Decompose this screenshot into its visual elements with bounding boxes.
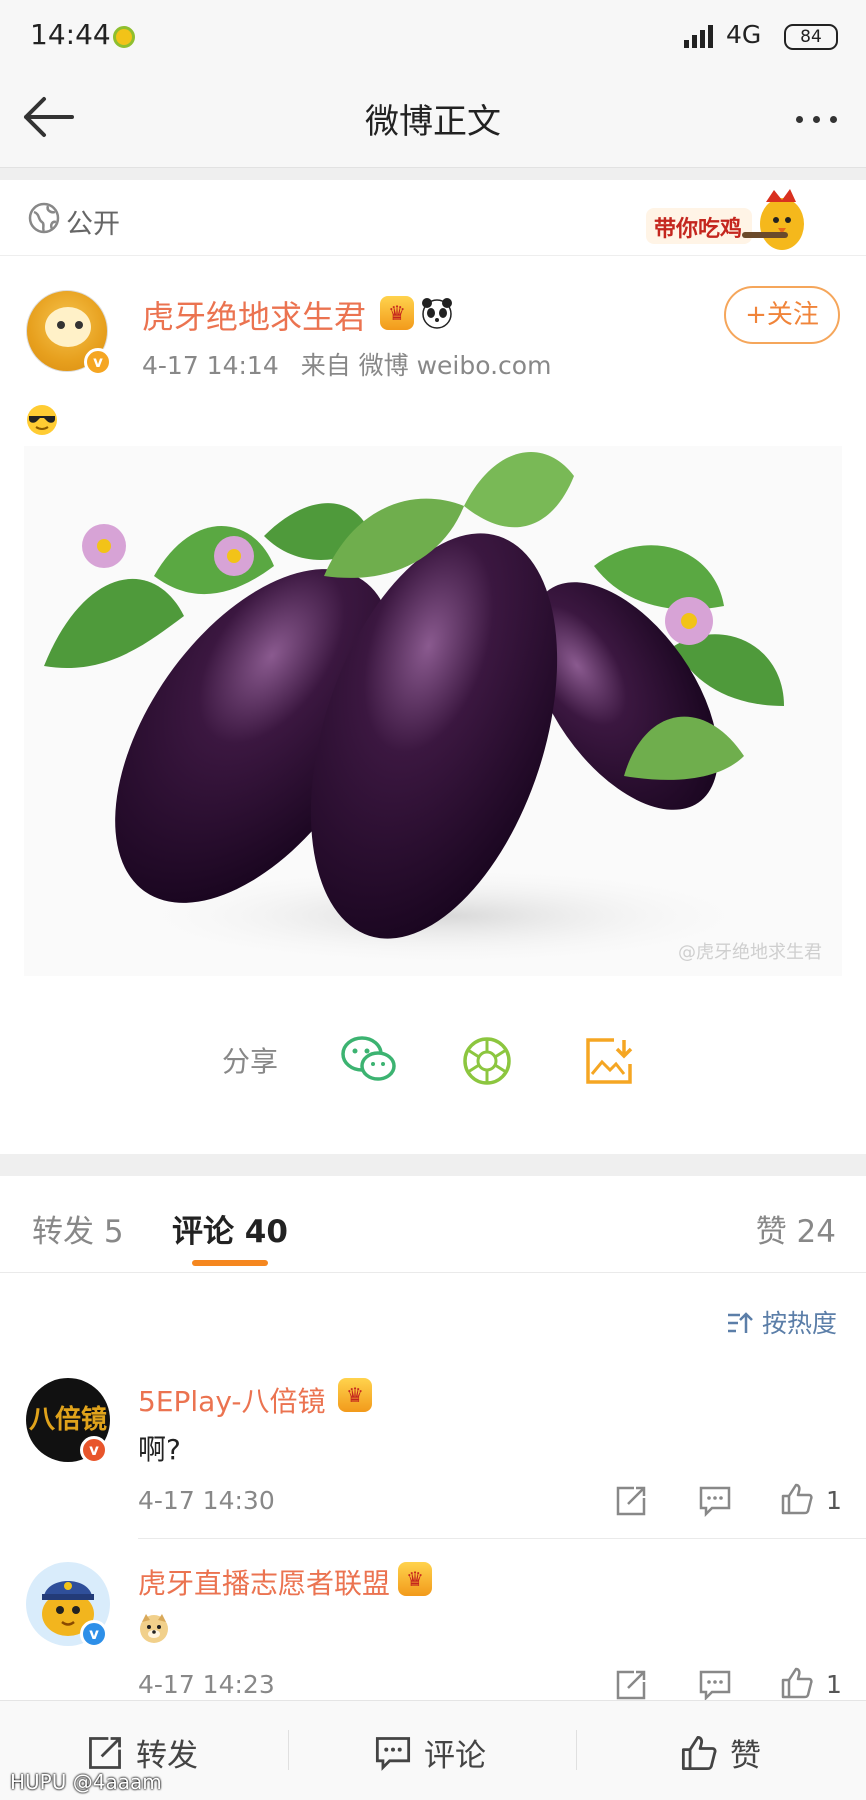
verified-badge-icon: v — [84, 348, 112, 376]
eggplant-image — [44, 452, 784, 966]
comment-username[interactable]: 虎牙直播志愿者联盟 — [138, 1562, 390, 1602]
like-thumb-icon[interactable] — [780, 1666, 814, 1700]
comment-username[interactable]: 5EPlay-八倍镜 — [138, 1380, 326, 1420]
active-tab-indicator — [192, 1260, 268, 1266]
app-notification-icon — [113, 26, 135, 48]
vip-crown-icon: ♛ — [380, 296, 414, 330]
signal-icon — [684, 25, 713, 48]
bottom-comment-button[interactable]: 评论 — [374, 1730, 486, 1775]
post-source: 来自 微博 weibo.com — [300, 351, 552, 380]
like-count: 1 — [826, 1670, 842, 1699]
bottom-comment-label: 评论 — [424, 1738, 486, 1774]
chicken-sticker: 带你吃鸡 — [646, 189, 804, 250]
repost-icon — [89, 1736, 121, 1769]
divider — [576, 1730, 577, 1770]
sunglasses-emoji-icon — [27, 405, 57, 435]
bottom-like-button[interactable]: 赞 — [680, 1730, 761, 1775]
status-time: 14:44 — [30, 18, 111, 51]
like-thumb-icon[interactable] — [780, 1482, 814, 1516]
tab-comment[interactable]: 评论 40 — [172, 1206, 288, 1251]
divider — [288, 1730, 289, 1770]
comment-icon[interactable] — [698, 1668, 732, 1702]
verified-badge-icon: v — [80, 1436, 108, 1464]
repost-icon[interactable] — [614, 1668, 648, 1702]
tab-like[interactable]: 赞 24 — [756, 1206, 836, 1251]
sticker-text: 带你吃鸡 — [654, 216, 742, 242]
comment-icon — [375, 1736, 411, 1771]
verified-badge-icon: v — [80, 1620, 108, 1648]
wechat-icon[interactable] — [340, 1034, 398, 1084]
bottom-repost-label: 转发 — [136, 1738, 198, 1774]
globe-icon — [28, 202, 60, 234]
page-title: 微博正文 — [365, 102, 501, 142]
comment-text: 啊? — [138, 1433, 181, 1466]
bottom-repost-button[interactable]: 转发 — [86, 1730, 198, 1775]
divider — [138, 1538, 866, 1539]
share-label: 分享 — [222, 1045, 279, 1078]
section-gap — [0, 1154, 866, 1176]
vip-crown-icon: ♛ — [338, 1378, 372, 1412]
wechat-moments-icon[interactable] — [462, 1036, 512, 1086]
post-meta: 4-17 14:14 来自 微博 weibo.com — [142, 346, 551, 382]
post-time: 4-17 14:14 — [142, 351, 279, 380]
post-image[interactable]: @虎牙绝地求生君 — [24, 446, 842, 976]
save-image-icon[interactable] — [584, 1036, 634, 1086]
author-name[interactable]: 虎牙绝地求生君 — [142, 292, 366, 338]
panda-icon — [422, 298, 452, 329]
footer-watermark: HUPU @4aaam — [10, 1770, 162, 1794]
bottom-like-label: 赞 — [730, 1738, 761, 1774]
follow-button[interactable]: +关注 — [724, 286, 840, 344]
comment-icon[interactable] — [698, 1484, 732, 1518]
divider — [0, 1272, 866, 1273]
network-type: 4G — [726, 20, 762, 49]
comment-time: 4-17 14:23 — [138, 1670, 275, 1699]
like-count: 1 — [826, 1486, 842, 1515]
sort-label: 按热度 — [761, 1309, 837, 1338]
vip-crown-icon: ♛ — [398, 1562, 432, 1596]
sort-icon — [728, 1312, 753, 1333]
more-options-icon[interactable] — [786, 104, 846, 134]
repost-icon[interactable] — [614, 1484, 648, 1518]
comment-time: 4-17 14:30 — [138, 1486, 275, 1515]
sort-button[interactable]: 按热度 — [726, 1304, 837, 1340]
image-watermark: @虎牙绝地求生君 — [678, 942, 822, 963]
tab-repost[interactable]: 转发 5 — [32, 1206, 124, 1251]
doge-emoji-icon — [140, 1614, 168, 1643]
battery-indicator: 84 — [784, 24, 838, 50]
visibility-label: 公开 — [66, 209, 120, 240]
section-gap — [0, 168, 866, 180]
like-thumb-icon — [681, 1735, 717, 1770]
